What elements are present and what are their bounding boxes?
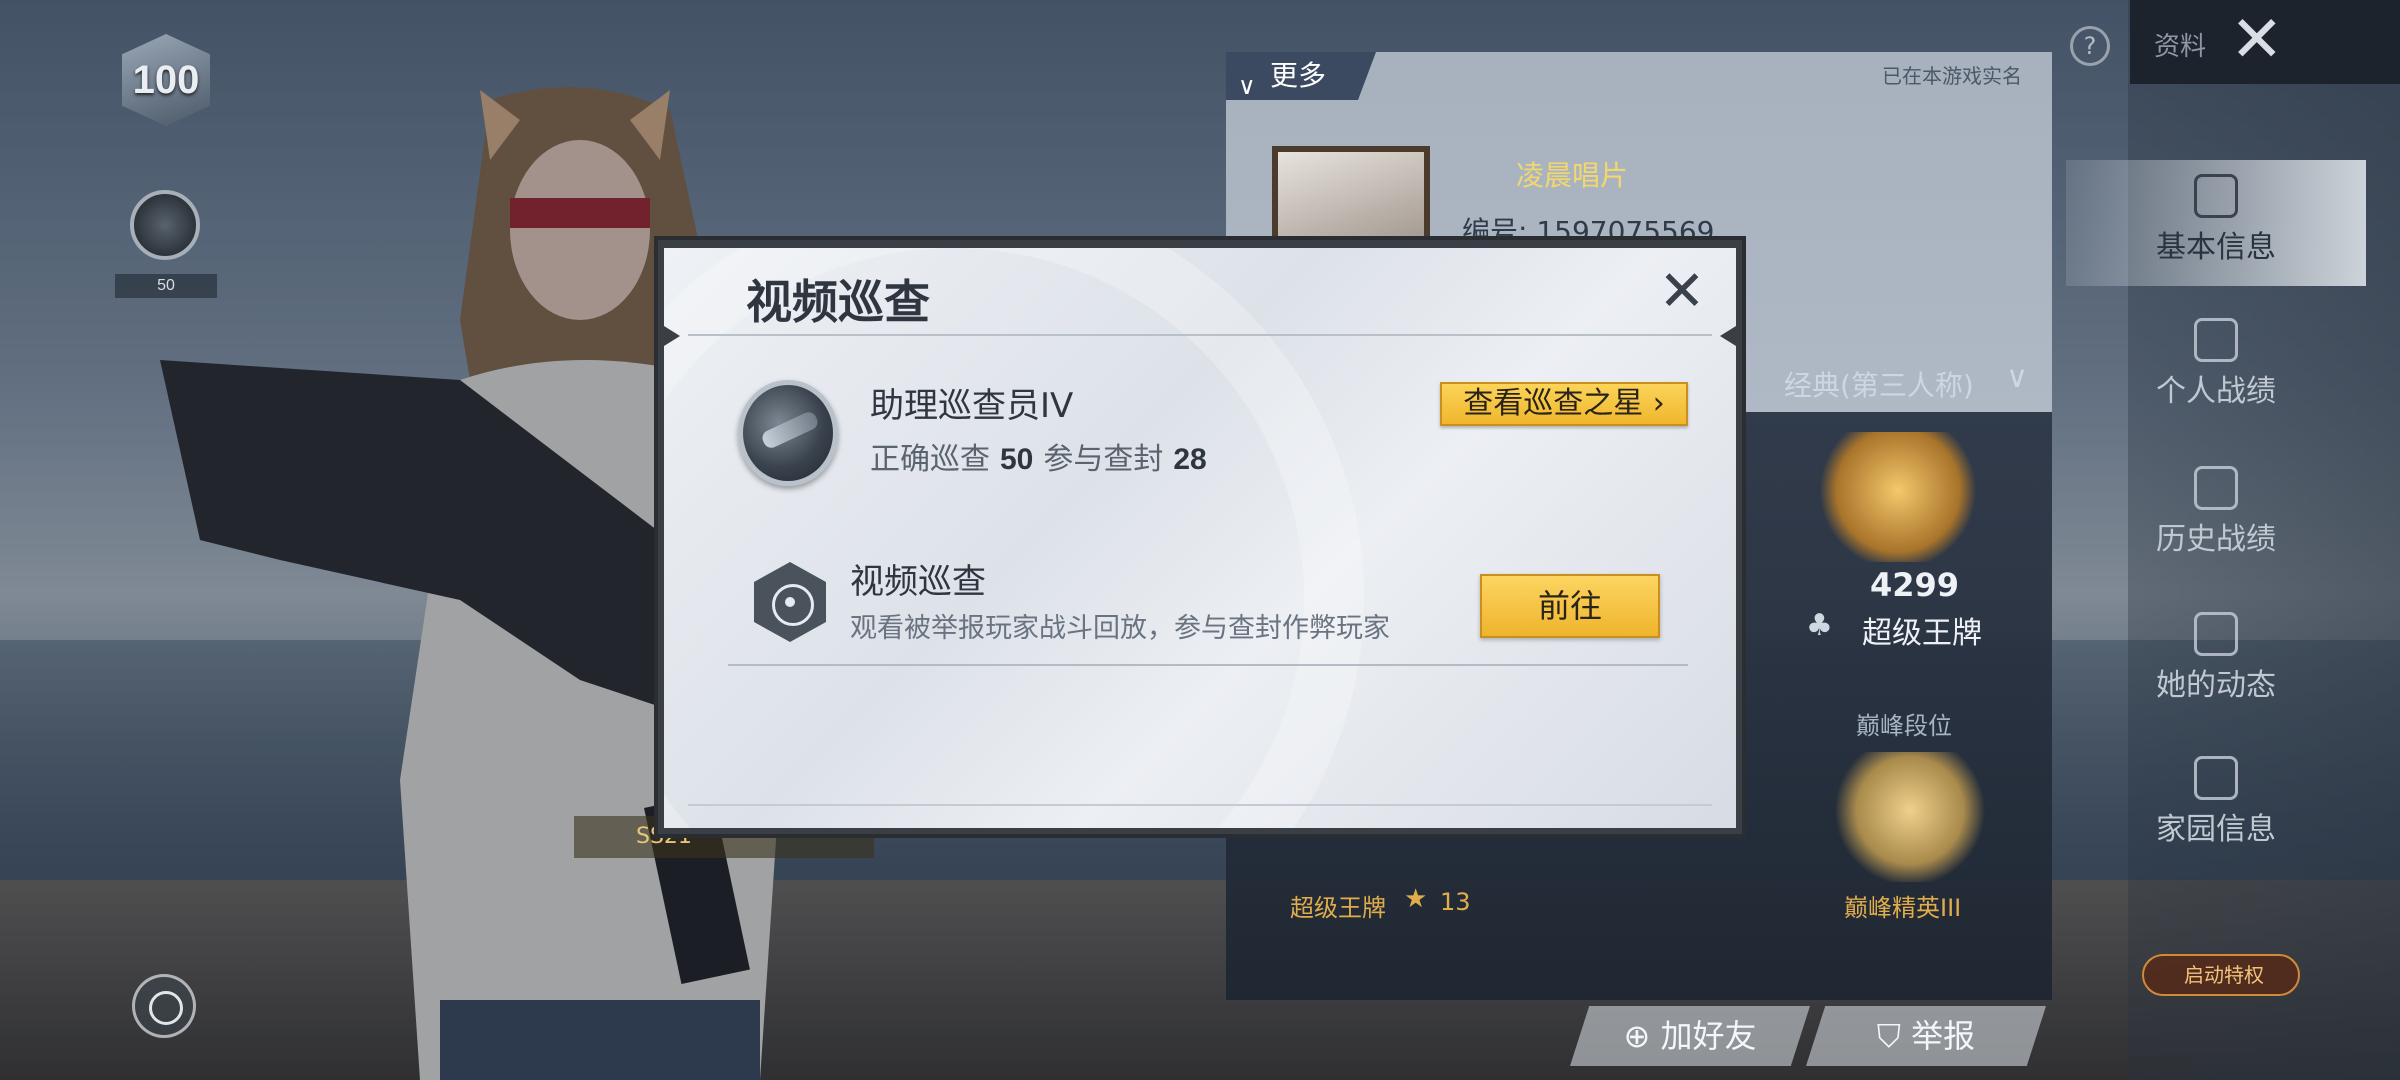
rank-name: 超级王牌 bbox=[1862, 616, 1982, 651]
divider bbox=[728, 664, 1688, 666]
sidebar-item-label: 她的动态 bbox=[2156, 668, 2276, 703]
star-icon: ★ bbox=[1404, 884, 1428, 914]
nickname: 凌晨唱片 bbox=[1516, 159, 1629, 192]
super-rank-stars: 13 bbox=[1440, 888, 1471, 916]
sidebar-item-label: 历史战绩 bbox=[2156, 522, 2276, 557]
video-patrol-description: 观看被举报玩家战斗回放，参与查封作弊玩家 bbox=[850, 613, 1390, 644]
activity-icon bbox=[2194, 612, 2238, 656]
stats-doc-icon bbox=[2194, 318, 2238, 362]
rank-points: 4299 bbox=[1870, 566, 1960, 604]
peak-rank-label: 巅峰段位 bbox=[1856, 712, 1952, 740]
crosshair-icon bbox=[754, 562, 826, 642]
realname-status: 已在本游戏实名 bbox=[1882, 64, 2022, 88]
correct-patrol-value: 50 bbox=[1000, 443, 1034, 476]
add-friend-label: 加好友 bbox=[1660, 1017, 1757, 1055]
sidebar-item-history[interactable]: 历史战绩 bbox=[2066, 452, 2366, 578]
view-patrol-stars-button[interactable]: 查看巡查之星 › bbox=[1440, 382, 1688, 426]
patrol-stats: 正确巡查 50 参与查封 28 bbox=[870, 434, 1217, 478]
ban-participation-value: 28 bbox=[1173, 443, 1207, 476]
correct-patrol-label: 正确巡查 bbox=[870, 442, 990, 477]
add-friend-icon: ⊕ bbox=[1623, 1017, 1661, 1055]
privilege-button[interactable]: 启动特权 bbox=[2142, 954, 2300, 996]
rank-emblem-icon bbox=[1812, 432, 1984, 562]
chevron-down-icon[interactable]: ∨ bbox=[2006, 360, 2028, 395]
more-tab-label: 更多 bbox=[1270, 59, 1327, 92]
sidebar-item-label: 基本信息 bbox=[2156, 230, 2276, 265]
sidebar-item-personal-stats[interactable]: 个人战绩 bbox=[2066, 304, 2366, 430]
add-friend-button[interactable]: ⊕ 加好友 bbox=[1570, 1006, 1810, 1066]
chevron-right-icon: › bbox=[1643, 386, 1665, 421]
dialog-title: 视频巡查 bbox=[746, 275, 930, 329]
avatar[interactable] bbox=[1272, 146, 1430, 242]
video-patrol-dialog: 视频巡查 ✕ 助理巡查员IV 正确巡查 50 参与查封 28 查看巡查之星 › 视频巡… bbox=[664, 248, 1736, 828]
more-tab[interactable]: ∨ 更多 bbox=[1226, 52, 1376, 100]
report-button[interactable]: ⛉ 举报 bbox=[1806, 1006, 2046, 1066]
patrol-badge-icon[interactable] bbox=[130, 190, 200, 260]
sidebar-item-basic-info[interactable]: 基本信息 bbox=[2066, 160, 2366, 286]
mode-select-label[interactable]: 经典(第三人称) bbox=[1784, 364, 1974, 404]
help-icon[interactable]: ? bbox=[2070, 26, 2110, 66]
view-patrol-stars-label: 查看巡查之星 bbox=[1463, 386, 1644, 421]
sidebar-item-activity[interactable]: 她的动态 bbox=[2066, 598, 2366, 724]
zoom-out-icon[interactable] bbox=[132, 974, 196, 1038]
report-label: 举报 bbox=[1911, 1017, 1976, 1055]
home-icon bbox=[2194, 756, 2238, 800]
sidebar-item-home[interactable]: 家园信息 bbox=[2066, 742, 2366, 868]
super-rank-name: 超级王牌 bbox=[1290, 894, 1386, 922]
divider bbox=[688, 334, 1712, 336]
close-icon[interactable]: ✕ bbox=[2230, 4, 2284, 76]
patrol-rank-medal-icon bbox=[738, 380, 838, 486]
ban-participation-label: 参与查封 bbox=[1043, 442, 1164, 477]
go-button[interactable]: 前往 bbox=[1480, 574, 1660, 638]
divider-notch bbox=[1720, 326, 1736, 346]
sidebar-item-label: 个人战绩 bbox=[2156, 374, 2276, 409]
user-badge-icon bbox=[2194, 174, 2238, 218]
close-icon[interactable]: ✕ bbox=[1654, 264, 1710, 320]
patrol-badge-count: 50 bbox=[115, 274, 217, 298]
shield-icon: ⛉ bbox=[1876, 1017, 1912, 1055]
divider-notch bbox=[664, 326, 680, 346]
video-patrol-title: 视频巡查 bbox=[850, 562, 986, 602]
squad-icon: ♣ bbox=[1806, 608, 1833, 643]
history-doc-icon bbox=[2194, 466, 2238, 510]
sidebar-item-label: 家园信息 bbox=[2156, 812, 2276, 847]
divider bbox=[688, 804, 1712, 806]
peak-rank-name: 巅峰精英III bbox=[1844, 894, 1962, 922]
patrol-rank-title: 助理巡查员IV bbox=[870, 386, 1074, 426]
peak-emblem-icon bbox=[1830, 752, 1990, 882]
profile-title: 资料 bbox=[2154, 32, 2207, 62]
